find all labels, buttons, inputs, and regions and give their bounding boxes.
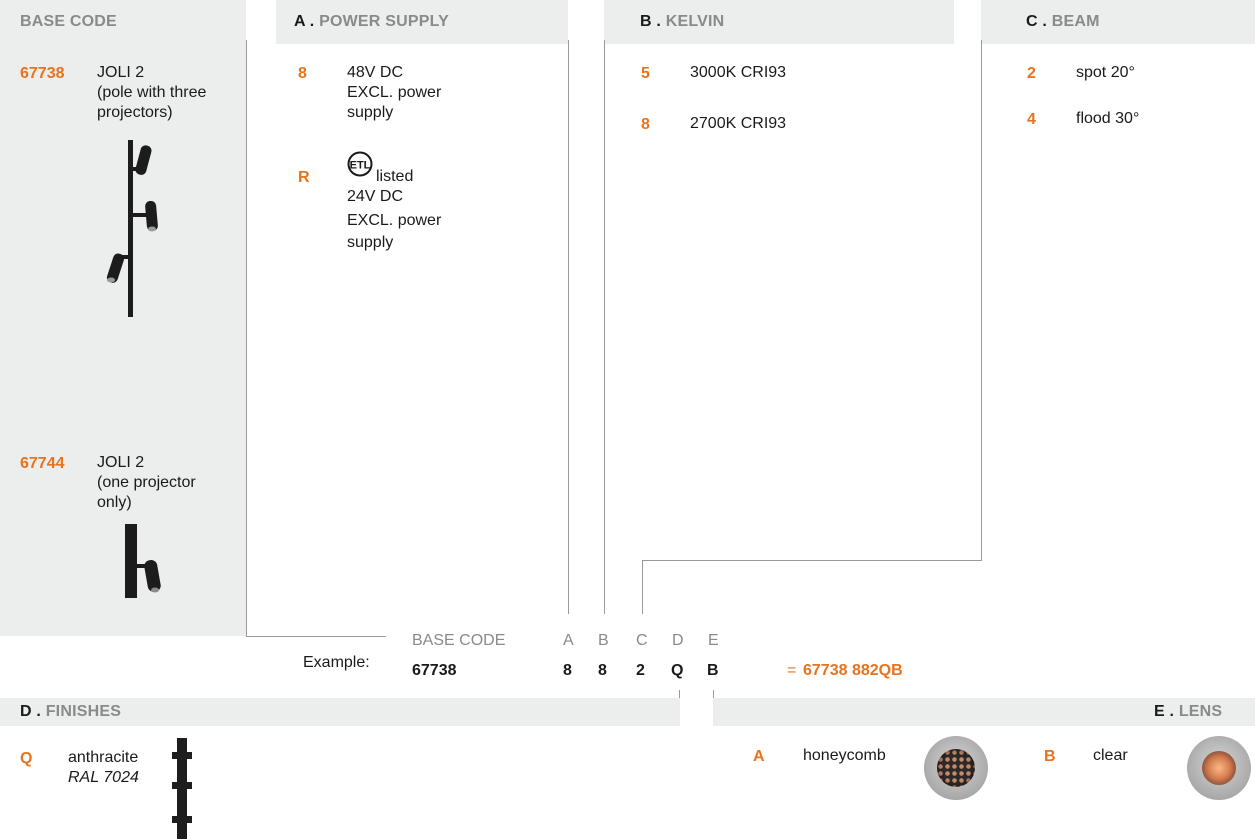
power-option-2-line-3: supply <box>347 234 394 251</box>
example-value-d: Q <box>671 662 684 679</box>
power-option-1-line-3: supply <box>347 104 394 121</box>
beam-heading: C . BEAM <box>1026 13 1100 31</box>
base-code-connector-vertical <box>246 40 247 637</box>
power-option-2-line-2: EXCL. power <box>347 212 442 229</box>
base-code-1-name: JOLI 2 <box>97 64 145 81</box>
example-letter-e: E <box>708 632 719 649</box>
honeycomb-lens-image <box>924 736 988 800</box>
beam-option-2-code: 4 <box>1027 111 1036 128</box>
power-option-1-line-1: 48V DC <box>347 64 404 81</box>
kelvin-connector <box>604 40 605 614</box>
beam-connector-vertical <box>981 40 982 560</box>
base-code-1-value: 67738 <box>20 65 65 82</box>
power-panel <box>276 44 568 614</box>
base-code-2-desc-2: only) <box>97 494 132 511</box>
kelvin-heading-letter: B . <box>640 13 662 30</box>
example-value-c: 2 <box>636 662 645 679</box>
lens-heading-title: LENS <box>1178 703 1223 720</box>
kelvin-option-2-label: 2700K CRI93 <box>690 115 787 132</box>
beam-option-1-code: 2 <box>1027 65 1036 82</box>
beam-heading-title: BEAM <box>1051 13 1100 30</box>
finish-option-1-ral: RAL 7024 <box>68 769 139 786</box>
example-letter-b: B <box>598 632 609 649</box>
example-result: 67738 882QB <box>803 662 903 679</box>
kelvin-option-2-code: 8 <box>641 116 650 133</box>
beam-connector-down <box>642 560 643 614</box>
lens-heading-letter: E . <box>1154 703 1175 720</box>
finish-option-1-code: Q <box>20 750 33 767</box>
finishes-heading-letter: D . <box>20 703 42 720</box>
kelvin-heading-title: KELVIN <box>665 13 725 30</box>
anthracite-swatch-image <box>172 738 192 839</box>
lens-option-1-code: A <box>753 748 765 765</box>
power-option-2-listed: listed <box>376 168 414 185</box>
power-option-2-line-1: 24V DC <box>347 188 404 205</box>
example-value-e: B <box>707 662 719 679</box>
base-code-2-name: JOLI 2 <box>97 454 145 471</box>
example-value-b: 8 <box>598 662 607 679</box>
power-option-1-line-2: EXCL. power <box>347 84 442 101</box>
example-letter-a: A <box>563 632 574 649</box>
beam-header-bar <box>981 0 1255 44</box>
finish-option-1-label: anthracite <box>68 749 139 766</box>
power-connector <box>568 40 569 614</box>
kelvin-option-1-label: 3000K CRI93 <box>690 64 787 81</box>
power-heading-letter: A . <box>294 13 315 30</box>
example-letter-c: C <box>636 632 648 649</box>
power-panel-left-border <box>276 40 277 42</box>
kelvin-option-1-code: 5 <box>641 65 650 82</box>
lens-heading: E . LENS <box>1154 703 1222 721</box>
power-option-2-code: R <box>298 169 310 186</box>
lens-option-1-label: honeycomb <box>803 747 886 764</box>
example-label: Example: <box>303 654 370 671</box>
base-code-connector-horizontal <box>246 636 386 637</box>
honeycomb-lens-inner <box>937 749 975 787</box>
power-heading-title: POWER SUPPLY <box>319 13 449 30</box>
lens-option-2-label: clear <box>1093 747 1128 764</box>
clear-lens-image <box>1187 736 1251 800</box>
power-option-1-code: 8 <box>298 65 307 82</box>
pole-three-projectors-image <box>106 140 158 317</box>
example-letter-d: D <box>672 632 684 649</box>
base-code-2-desc-1: (one projector <box>97 474 196 491</box>
lens-option-2-code: B <box>1044 748 1056 765</box>
finishes-heading: D . FINISHES <box>20 703 121 721</box>
etl-listed-icon: ETL <box>347 151 373 177</box>
base-code-1-desc-2: projectors) <box>97 104 173 121</box>
example-value-a: 8 <box>563 662 572 679</box>
base-code-1-desc-1: (pole with three <box>97 84 207 101</box>
pole-one-projector-image <box>125 524 161 598</box>
clear-lens-inner <box>1202 751 1236 785</box>
example-base-code-value: 67738 <box>412 662 457 679</box>
beam-option-1-label: spot 20° <box>1076 64 1135 81</box>
beam-option-2-label: flood 30° <box>1076 110 1140 127</box>
example-equals: = <box>787 662 797 679</box>
beam-heading-letter: C . <box>1026 13 1048 30</box>
example-base-code-header: BASE CODE <box>412 632 506 649</box>
base-code-2-value: 67744 <box>20 455 65 472</box>
finishes-heading-title: FINISHES <box>45 703 122 720</box>
power-heading: A . POWER SUPPLY <box>294 13 449 31</box>
svg-text:ETL: ETL <box>350 160 371 172</box>
beam-connector-horizontal <box>642 560 982 561</box>
base-code-heading: BASE CODE <box>20 13 117 30</box>
kelvin-heading: B . KELVIN <box>640 13 724 31</box>
